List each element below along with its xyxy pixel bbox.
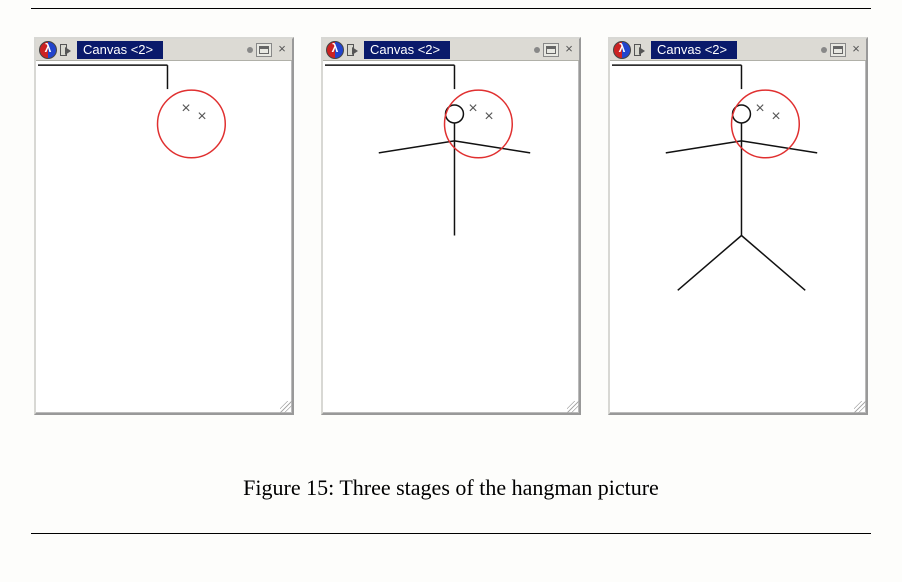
- svg-text:×: ×: [181, 100, 190, 117]
- canvas-window: Canvas <2> × ××: [608, 37, 868, 415]
- titlebar[interactable]: Canvas <2> ×: [323, 39, 579, 61]
- window-title: Canvas <2>: [77, 41, 163, 59]
- close-button[interactable]: ×: [562, 43, 576, 57]
- canvas-area[interactable]: ××: [610, 61, 866, 413]
- svg-text:×: ×: [484, 108, 493, 125]
- top-rule: [31, 8, 871, 9]
- maximize-button[interactable]: [830, 43, 846, 57]
- lambda-app-icon: [39, 41, 57, 59]
- menu-dot-icon[interactable]: [534, 47, 540, 53]
- pin-icon[interactable]: [634, 44, 648, 56]
- pin-icon[interactable]: [347, 44, 361, 56]
- resize-grip-icon[interactable]: [280, 401, 292, 413]
- hangman-stage-2: ××: [323, 61, 578, 412]
- maximize-button[interactable]: [543, 43, 559, 57]
- titlebar[interactable]: Canvas <2> ×: [36, 39, 292, 61]
- hangman-stage-1: ××: [36, 61, 291, 412]
- canvas-area[interactable]: ××: [36, 61, 292, 413]
- figure-caption: Figure 15: Three stages of the hangman p…: [30, 475, 872, 501]
- lambda-app-icon: [326, 41, 344, 59]
- svg-text:×: ×: [468, 100, 477, 117]
- pin-icon[interactable]: [60, 44, 74, 56]
- resize-grip-icon[interactable]: [567, 401, 579, 413]
- close-button[interactable]: ×: [849, 43, 863, 57]
- window-title: Canvas <2>: [651, 41, 737, 59]
- menu-dot-icon[interactable]: [247, 47, 253, 53]
- menu-dot-icon[interactable]: [821, 47, 827, 53]
- hangman-stage-3: ××: [610, 61, 865, 412]
- close-button[interactable]: ×: [275, 43, 289, 57]
- windows-row: Canvas <2> × ×× Canvas <2> ×: [30, 37, 872, 415]
- svg-text:×: ×: [755, 100, 764, 117]
- window-title: Canvas <2>: [364, 41, 450, 59]
- canvas-window: Canvas <2> × ××: [321, 37, 581, 415]
- svg-text:×: ×: [197, 108, 206, 125]
- canvas-window: Canvas <2> × ××: [34, 37, 294, 415]
- bottom-rule: [31, 533, 871, 534]
- titlebar[interactable]: Canvas <2> ×: [610, 39, 866, 61]
- maximize-button[interactable]: [256, 43, 272, 57]
- lambda-app-icon: [613, 41, 631, 59]
- resize-grip-icon[interactable]: [854, 401, 866, 413]
- svg-text:×: ×: [771, 108, 780, 125]
- canvas-area[interactable]: ××: [323, 61, 579, 413]
- figure-page: Canvas <2> × ×× Canvas <2> ×: [0, 8, 902, 582]
